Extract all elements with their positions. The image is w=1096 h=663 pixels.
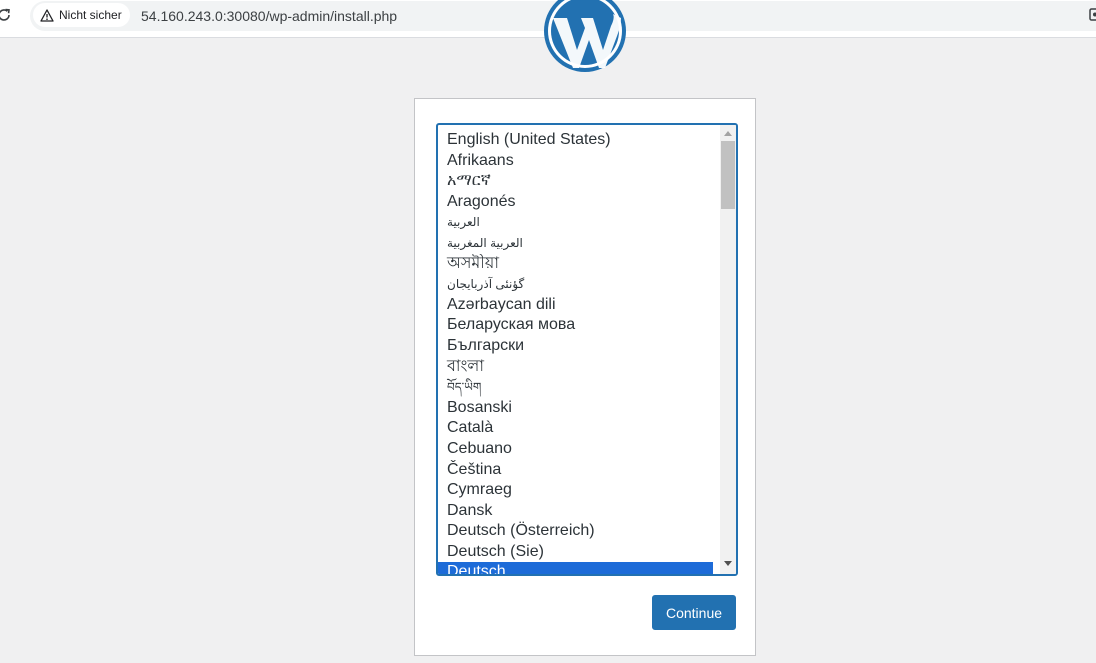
language-option[interactable]: Deutsch (Sie) <box>438 542 719 563</box>
scrollbar[interactable] <box>720 125 736 574</box>
language-option[interactable]: العربية <box>438 212 719 233</box>
language-option[interactable]: Deutsch <box>438 562 713 574</box>
language-option[interactable]: አማርኛ <box>438 171 719 192</box>
language-option[interactable]: Dansk <box>438 501 719 522</box>
language-option[interactable]: Беларуская мова <box>438 315 719 336</box>
language-option[interactable]: Afrikaans <box>438 151 719 172</box>
url-text[interactable]: 54.160.243.0:30080/wp-admin/install.php <box>141 8 397 24</box>
security-label: Nicht sicher <box>59 8 122 22</box>
extension-icon[interactable] <box>1089 8 1096 21</box>
scroll-thumb[interactable] <box>721 141 735 209</box>
language-option[interactable]: བོད་ཡིག <box>438 377 719 398</box>
language-option[interactable]: অসমীয়া <box>438 254 719 275</box>
language-option[interactable]: گؤنئی آذربایجان <box>438 274 719 295</box>
language-select[interactable]: English (United States) Afrikaans አማርኛ Arag… <box>436 123 738 576</box>
reload-icon[interactable] <box>0 6 12 24</box>
language-options: English (United States) Afrikaans አማርኛ Arag… <box>438 130 719 574</box>
language-option[interactable]: Deutsch (Österreich) <box>438 521 719 542</box>
scroll-up-arrow-icon[interactable] <box>724 131 732 136</box>
continue-button[interactable]: Continue <box>652 595 736 630</box>
language-option[interactable]: Български <box>438 336 719 357</box>
language-option[interactable]: Azərbaycan dili <box>438 295 719 316</box>
setup-card: English (United States) Afrikaans አማርኛ Arag… <box>414 98 756 656</box>
warning-icon <box>40 8 54 22</box>
language-option[interactable]: Bosanski <box>438 398 719 419</box>
language-option[interactable]: Aragonés <box>438 192 719 213</box>
language-option[interactable]: Cymraeg <box>438 480 719 501</box>
language-option[interactable]: English (United States) <box>438 130 719 151</box>
language-option[interactable]: Čeština <box>438 460 719 481</box>
scroll-down-arrow-icon[interactable] <box>724 561 732 566</box>
language-option[interactable]: বাংলা <box>438 357 719 378</box>
language-option[interactable]: العربية المغربية <box>438 233 719 254</box>
language-option[interactable]: Cebuano <box>438 439 719 460</box>
security-indicator[interactable]: Nicht sicher <box>33 3 130 27</box>
wordpress-logo-icon <box>543 0 627 74</box>
language-option[interactable]: Català <box>438 418 719 439</box>
